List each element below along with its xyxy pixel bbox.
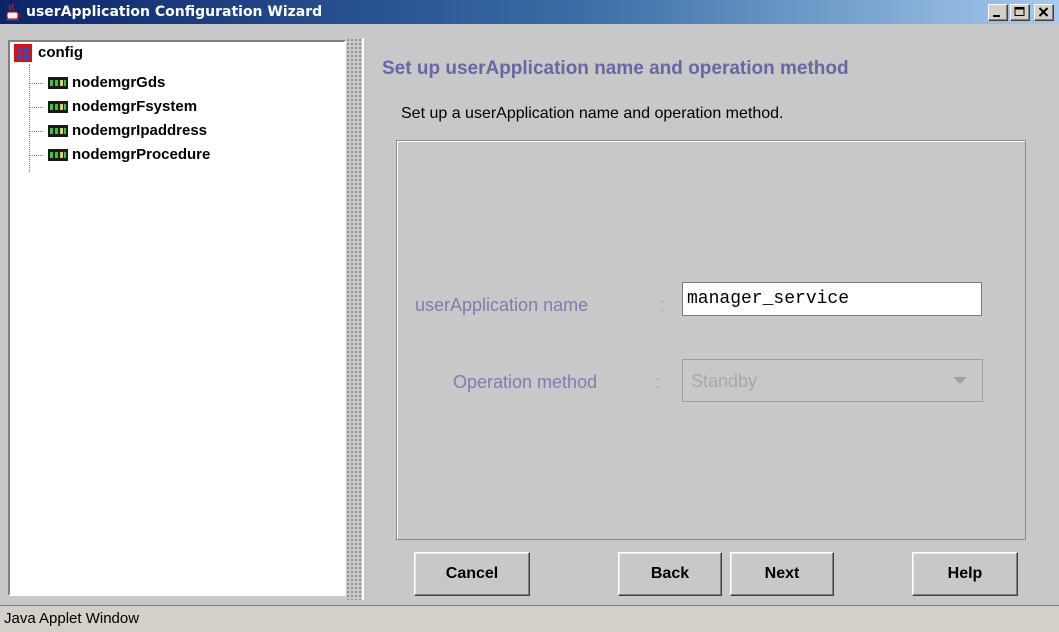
resource-chip-icon bbox=[48, 101, 68, 113]
splitter-highlight bbox=[362, 38, 364, 600]
maximize-button[interactable] bbox=[1010, 4, 1030, 21]
window-title: userApplication Configuration Wizard bbox=[26, 4, 323, 20]
tree-root-label: config bbox=[38, 44, 83, 61]
operation-method-select[interactable]: Standby bbox=[682, 359, 983, 402]
cancel-button[interactable]: Cancel bbox=[414, 552, 530, 596]
config-folder-icon bbox=[14, 44, 32, 62]
close-icon bbox=[1038, 7, 1049, 17]
method-colon: : bbox=[655, 372, 661, 392]
userapplication-name-input[interactable] bbox=[682, 282, 982, 316]
tree-item-label: nodemgrIpaddress bbox=[72, 122, 208, 139]
tree-connector bbox=[29, 83, 43, 84]
chevron-down-icon bbox=[953, 377, 967, 384]
pane-splitter[interactable] bbox=[346, 38, 362, 600]
resource-chip-icon bbox=[48, 125, 68, 137]
resource-chip-icon bbox=[48, 149, 68, 161]
config-tree[interactable]: config nodemgrGds nodemgrFsystem nodemgr… bbox=[8, 40, 346, 596]
status-text: Java Applet Window bbox=[4, 610, 140, 627]
resource-chip-icon bbox=[48, 77, 68, 89]
name-colon: : bbox=[660, 295, 666, 315]
maximize-icon bbox=[1014, 7, 1025, 16]
title-bar[interactable]: userApplication Configuration Wizard bbox=[0, 0, 1059, 24]
tree-connector bbox=[29, 131, 43, 132]
tree-connector bbox=[29, 107, 43, 108]
userapplication-name-label: userApplication name bbox=[415, 295, 589, 315]
minimize-button[interactable] bbox=[988, 4, 1008, 21]
wizard-window: userApplication Configuration Wizard con… bbox=[0, 0, 1059, 632]
java-cup-icon bbox=[6, 3, 21, 21]
tree-connector bbox=[29, 155, 43, 156]
next-button[interactable]: Next bbox=[730, 552, 834, 596]
back-button[interactable]: Back bbox=[618, 552, 722, 596]
minimize-icon bbox=[993, 15, 1000, 17]
status-bar: Java Applet Window bbox=[0, 605, 1059, 632]
tree-item-label: nodemgrGds bbox=[72, 74, 166, 91]
tree-item-label: nodemgrFsystem bbox=[72, 98, 198, 115]
operation-method-label: Operation method bbox=[453, 372, 598, 392]
page-description: Set up a userApplication name and operat… bbox=[401, 105, 784, 122]
operation-method-value: Standby bbox=[691, 371, 758, 391]
close-button[interactable] bbox=[1034, 4, 1054, 21]
page-title: Set up userApplication name and operatio… bbox=[382, 58, 849, 79]
settings-panel bbox=[396, 140, 1026, 540]
help-button[interactable]: Help bbox=[912, 552, 1018, 596]
tree-item-label: nodemgrProcedure bbox=[72, 146, 211, 163]
